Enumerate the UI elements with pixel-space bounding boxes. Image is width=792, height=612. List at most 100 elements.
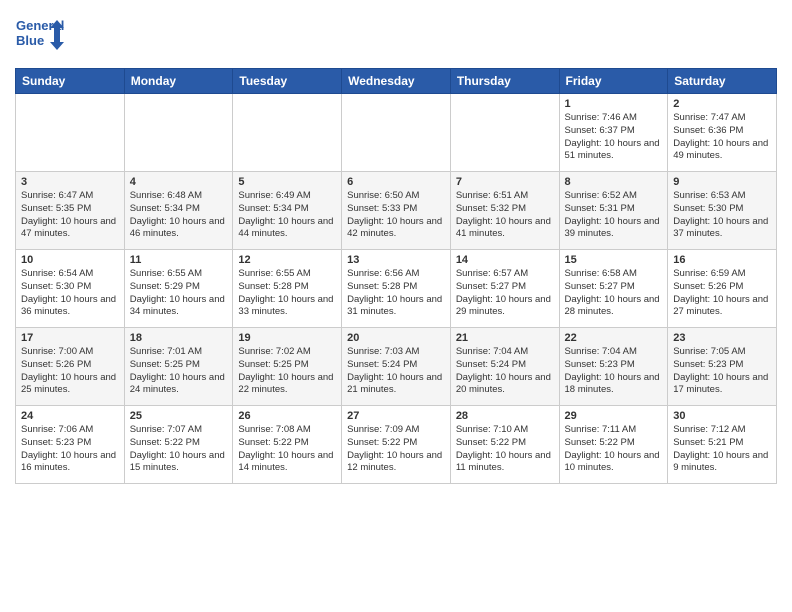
day-info: Sunrise: 6:57 AM Sunset: 5:27 PM Dayligh…	[456, 268, 554, 319]
day-info: Sunrise: 6:54 AM Sunset: 5:30 PM Dayligh…	[21, 268, 119, 319]
page: General Blue SundayMondayTuesdayWednesda…	[0, 0, 792, 612]
day-number: 3	[21, 176, 119, 188]
calendar-cell	[124, 94, 233, 172]
day-number: 19	[238, 332, 336, 344]
day-number: 6	[347, 176, 445, 188]
day-number: 18	[130, 332, 228, 344]
day-info: Sunrise: 7:05 AM Sunset: 5:23 PM Dayligh…	[673, 346, 771, 397]
calendar-cell: 25Sunrise: 7:07 AM Sunset: 5:22 PM Dayli…	[124, 406, 233, 484]
day-info: Sunrise: 7:00 AM Sunset: 5:26 PM Dayligh…	[21, 346, 119, 397]
calendar-cell	[450, 94, 559, 172]
calendar-cell: 28 Sunrise: 7:10 AM Sunset: 5:22 PM Dayli…	[450, 406, 559, 484]
day-info: Sunrise: 7:12 AM Sunset: 5:21 PM Dayligh…	[673, 424, 771, 475]
day-number: 25	[130, 410, 228, 422]
calendar-cell: 16Sunrise: 6:59 AM Sunset: 5:26 PM Dayli…	[668, 250, 777, 328]
col-header-thursday: Thursday	[450, 69, 559, 94]
calendar-cell: 6 Sunrise: 6:50 AM Sunset: 5:33 PM Daylig…	[342, 172, 451, 250]
day-info: Sunrise: 6:53 AM Sunset: 5:30 PM Dayligh…	[673, 190, 771, 241]
col-header-tuesday: Tuesday	[233, 69, 342, 94]
col-header-sunday: Sunday	[16, 69, 125, 94]
day-number: 10	[21, 254, 119, 266]
calendar-cell: 24 Sunrise: 7:06 AM Sunset: 5:23 PM Dayli…	[16, 406, 125, 484]
calendar-cell: 26 Sunrise: 7:08 AM Sunset: 5:22 PM Dayli…	[233, 406, 342, 484]
day-number: 20	[347, 332, 445, 344]
day-number: 5	[238, 176, 336, 188]
calendar-cell	[233, 94, 342, 172]
calendar-cell: 7 Sunrise: 6:51 AM Sunset: 5:32 PM Daylig…	[450, 172, 559, 250]
day-number: 26	[238, 410, 336, 422]
day-info: Sunrise: 7:03 AM Sunset: 5:24 PM Dayligh…	[347, 346, 445, 397]
calendar-cell: 19 Sunrise: 7:02 AM Sunset: 5:25 PM Dayli…	[233, 328, 342, 406]
day-info: Sunrise: 6:51 AM Sunset: 5:32 PM Dayligh…	[456, 190, 554, 241]
calendar-cell: 10 Sunrise: 6:54 AM Sunset: 5:30 PM Dayli…	[16, 250, 125, 328]
day-number: 23	[673, 332, 771, 344]
calendar-cell: 18Sunrise: 7:01 AM Sunset: 5:25 PM Dayli…	[124, 328, 233, 406]
header: General Blue	[15, 10, 777, 60]
day-number: 2	[673, 98, 771, 110]
day-info: Sunrise: 6:47 AM Sunset: 5:35 PM Dayligh…	[21, 190, 119, 241]
day-info: Sunrise: 7:09 AM Sunset: 5:22 PM Dayligh…	[347, 424, 445, 475]
calendar-cell: 27Sunrise: 7:09 AM Sunset: 5:22 PM Dayli…	[342, 406, 451, 484]
day-number: 1	[565, 98, 663, 110]
day-number: 9	[673, 176, 771, 188]
day-info: Sunrise: 7:08 AM Sunset: 5:22 PM Dayligh…	[238, 424, 336, 475]
day-info: Sunrise: 7:47 AM Sunset: 6:36 PM Dayligh…	[673, 112, 771, 163]
day-number: 17	[21, 332, 119, 344]
calendar-cell: 8 Sunrise: 6:52 AM Sunset: 5:31 PM Daylig…	[559, 172, 668, 250]
calendar-cell: 12Sunrise: 6:55 AM Sunset: 5:28 PM Dayli…	[233, 250, 342, 328]
day-info: Sunrise: 7:46 AM Sunset: 6:37 PM Dayligh…	[565, 112, 663, 163]
calendar-cell: 20 Sunrise: 7:03 AM Sunset: 5:24 PM Dayli…	[342, 328, 451, 406]
day-info: Sunrise: 7:04 AM Sunset: 5:24 PM Dayligh…	[456, 346, 554, 397]
calendar-cell: 1 Sunrise: 7:46 AM Sunset: 6:37 PM Daylig…	[559, 94, 668, 172]
calendar-week-5: 24 Sunrise: 7:06 AM Sunset: 5:23 PM Dayli…	[16, 406, 777, 484]
day-number: 22	[565, 332, 663, 344]
day-info: Sunrise: 7:06 AM Sunset: 5:23 PM Dayligh…	[21, 424, 119, 475]
calendar-cell: 17 Sunrise: 7:00 AM Sunset: 5:26 PM Dayli…	[16, 328, 125, 406]
calendar-cell: 3 Sunrise: 6:47 AM Sunset: 5:35 PM Daylig…	[16, 172, 125, 250]
calendar-cell: 13 Sunrise: 6:56 AM Sunset: 5:28 PM Dayli…	[342, 250, 451, 328]
day-number: 7	[456, 176, 554, 188]
day-info: Sunrise: 7:10 AM Sunset: 5:22 PM Dayligh…	[456, 424, 554, 475]
calendar-cell: 15Sunrise: 6:58 AM Sunset: 5:27 PM Dayli…	[559, 250, 668, 328]
calendar-cell: 4Sunrise: 6:48 AM Sunset: 5:34 PM Daylig…	[124, 172, 233, 250]
day-info: Sunrise: 6:52 AM Sunset: 5:31 PM Dayligh…	[565, 190, 663, 241]
calendar-week-2: 3 Sunrise: 6:47 AM Sunset: 5:35 PM Daylig…	[16, 172, 777, 250]
logo: General Blue	[15, 10, 65, 60]
day-number: 15	[565, 254, 663, 266]
calendar-header-row: SundayMondayTuesdayWednesdayThursdayFrid…	[16, 69, 777, 94]
calendar-cell: 22 Sunrise: 7:04 AM Sunset: 5:23 PM Dayli…	[559, 328, 668, 406]
calendar-cell: 2 Sunrise: 7:47 AM Sunset: 6:36 PM Daylig…	[668, 94, 777, 172]
col-header-wednesday: Wednesday	[342, 69, 451, 94]
svg-text:Blue: Blue	[16, 33, 44, 48]
day-number: 30	[673, 410, 771, 422]
calendar-cell: 14 Sunrise: 6:57 AM Sunset: 5:27 PM Dayli…	[450, 250, 559, 328]
calendar-week-1: 1 Sunrise: 7:46 AM Sunset: 6:37 PM Daylig…	[16, 94, 777, 172]
day-info: Sunrise: 7:02 AM Sunset: 5:25 PM Dayligh…	[238, 346, 336, 397]
calendar-cell: 9 Sunrise: 6:53 AM Sunset: 5:30 PM Daylig…	[668, 172, 777, 250]
day-info: Sunrise: 6:56 AM Sunset: 5:28 PM Dayligh…	[347, 268, 445, 319]
day-number: 24	[21, 410, 119, 422]
day-number: 21	[456, 332, 554, 344]
calendar: SundayMondayTuesdayWednesdayThursdayFrid…	[15, 68, 777, 484]
calendar-cell: 23 Sunrise: 7:05 AM Sunset: 5:23 PM Dayli…	[668, 328, 777, 406]
calendar-cell: 21 Sunrise: 7:04 AM Sunset: 5:24 PM Dayli…	[450, 328, 559, 406]
day-number: 8	[565, 176, 663, 188]
day-number: 12	[238, 254, 336, 266]
day-info: Sunrise: 6:55 AM Sunset: 5:29 PM Dayligh…	[130, 268, 228, 319]
calendar-cell: 5 Sunrise: 6:49 AM Sunset: 5:34 PM Daylig…	[233, 172, 342, 250]
col-header-monday: Monday	[124, 69, 233, 94]
calendar-cell	[342, 94, 451, 172]
day-number: 13	[347, 254, 445, 266]
calendar-cell	[16, 94, 125, 172]
day-number: 11	[130, 254, 228, 266]
calendar-cell: 29Sunrise: 7:11 AM Sunset: 5:22 PM Dayli…	[559, 406, 668, 484]
calendar-cell: 11 Sunrise: 6:55 AM Sunset: 5:29 PM Dayli…	[124, 250, 233, 328]
day-number: 28	[456, 410, 554, 422]
day-info: Sunrise: 6:49 AM Sunset: 5:34 PM Dayligh…	[238, 190, 336, 241]
day-info: Sunrise: 6:50 AM Sunset: 5:33 PM Dayligh…	[347, 190, 445, 241]
calendar-cell: 30 Sunrise: 7:12 AM Sunset: 5:21 PM Dayli…	[668, 406, 777, 484]
day-number: 14	[456, 254, 554, 266]
day-number: 29	[565, 410, 663, 422]
day-info: Sunrise: 7:04 AM Sunset: 5:23 PM Dayligh…	[565, 346, 663, 397]
day-info: Sunrise: 6:48 AM Sunset: 5:34 PM Dayligh…	[130, 190, 228, 241]
